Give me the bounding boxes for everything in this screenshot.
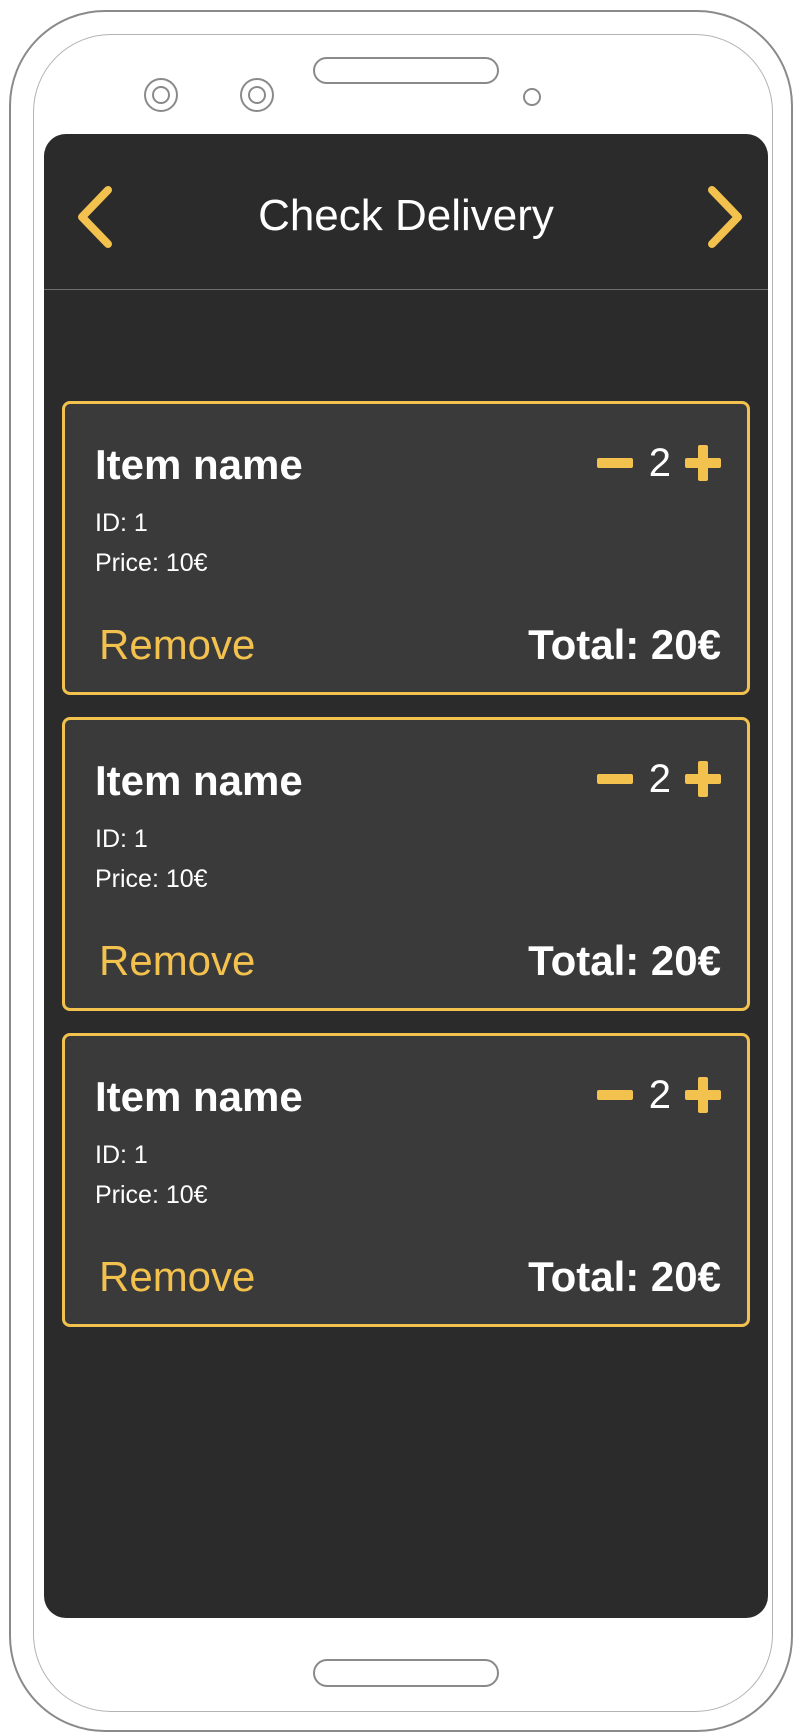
camera-icon: [240, 78, 274, 112]
item-name: Item name: [95, 757, 303, 804]
item-price: Price: 10€: [95, 549, 208, 577]
quantity-value: 2: [648, 1073, 671, 1117]
minus-icon: [596, 774, 633, 784]
minus-icon: [596, 458, 633, 468]
item-price: Price: 10€: [95, 1181, 208, 1209]
page-title: Check Delivery: [258, 191, 554, 240]
item-total: Total: 20€: [528, 1253, 721, 1300]
item-id: ID: 1: [95, 1141, 148, 1169]
app-screen: Check Delivery Item name ID: 1 Price: 10…: [44, 134, 768, 1618]
quantity-value: 2: [648, 441, 671, 485]
remove-button[interactable]: Remove: [99, 1252, 255, 1302]
delivery-item-card: Item name ID: 1 Price: 10€ 2 Remove Tota…: [62, 1033, 750, 1327]
forward-button[interactable]: [700, 184, 750, 250]
item-total: Total: 20€: [528, 621, 721, 668]
increase-quantity-button[interactable]: [685, 445, 721, 481]
home-button[interactable]: [313, 1659, 499, 1687]
decrease-quantity-button[interactable]: [596, 761, 633, 797]
minus-icon: [596, 1090, 633, 1100]
chevron-right-icon: [708, 186, 742, 248]
decrease-quantity-button[interactable]: [596, 1077, 633, 1113]
decrease-quantity-button[interactable]: [596, 445, 633, 481]
remove-button[interactable]: Remove: [99, 620, 255, 670]
item-total: Total: 20€: [528, 937, 721, 984]
item-id: ID: 1: [95, 509, 148, 537]
increase-quantity-button[interactable]: [685, 1077, 721, 1113]
header-bar: Check Delivery: [44, 134, 768, 290]
increase-quantity-button[interactable]: [685, 761, 721, 797]
item-name: Item name: [95, 1073, 303, 1120]
quantity-value: 2: [648, 757, 671, 801]
speaker-grille: [313, 57, 499, 84]
delivery-item-card: Item name ID: 1 Price: 10€ 2 Remove Tota…: [62, 401, 750, 695]
item-price: Price: 10€: [95, 865, 208, 893]
item-name: Item name: [95, 441, 303, 488]
quantity-stepper: 2: [596, 438, 721, 488]
item-id: ID: 1: [95, 825, 148, 853]
quantity-stepper: 2: [596, 754, 721, 804]
remove-button[interactable]: Remove: [99, 936, 255, 986]
quantity-stepper: 2: [596, 1070, 721, 1120]
delivery-item-card: Item name ID: 1 Price: 10€ 2 Remove Tota…: [62, 717, 750, 1011]
camera-icon: [144, 78, 178, 112]
sensor-icon: [523, 88, 541, 106]
